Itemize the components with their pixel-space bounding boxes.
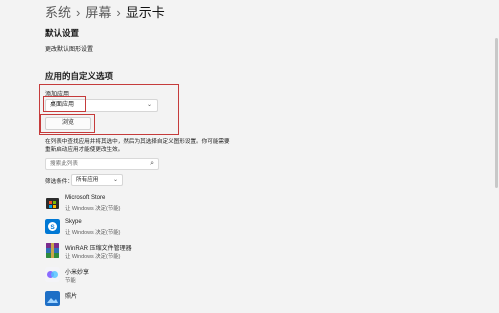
filter-label: 筛选条件：	[45, 179, 73, 185]
highlight-box-browse	[40, 114, 95, 133]
breadcrumb: 系统 › 屏幕 › 显示卡	[45, 2, 165, 21]
scrollbar-thumb[interactable]	[495, 38, 498, 188]
chevron-down-icon: ⌄	[146, 102, 152, 108]
page-title: 显示卡	[125, 5, 165, 20]
filter-select[interactable]: 所有应用 ⌄	[71, 174, 123, 186]
app-status: 节能	[65, 278, 76, 284]
app-name: Skype	[65, 219, 82, 225]
chevron-down-icon: ⌄	[112, 177, 118, 183]
search-icon: ⌕	[150, 160, 154, 167]
default-settings-heading: 默认设置	[45, 28, 80, 38]
list-item[interactable]: 照片	[45, 291, 245, 313]
svg-text:S: S	[50, 224, 55, 231]
app-name: 小米妙享	[65, 270, 90, 276]
microsoft-store-icon	[45, 195, 60, 210]
search-input[interactable]: 搜索此列表 ⌕	[45, 158, 159, 170]
app-name: 照片	[65, 294, 78, 300]
custom-options-heading: 应用的自定义选项	[45, 71, 114, 81]
breadcrumb-separator: ›	[76, 5, 81, 20]
app-name: Microsoft Store	[65, 195, 106, 201]
list-description: 在列表中查找应用并将其选中，然后为其选择自定义图形设置。你可能需要重新启动应用才…	[45, 139, 230, 153]
breadcrumb-system[interactable]: 系统	[45, 5, 71, 20]
photos-icon	[45, 291, 60, 306]
app-status: 让 Windows 决定(节能)	[65, 206, 121, 212]
xiaomi-share-icon	[45, 267, 60, 282]
app-status: 让 Windows 决定(节能)	[65, 254, 121, 260]
highlight-box-app-type	[43, 96, 86, 112]
breadcrumb-display[interactable]: 屏幕	[85, 5, 111, 20]
winrar-icon	[45, 243, 60, 258]
list-item[interactable]: WinRAR 压缩文件管理器 让 Windows 决定(节能)	[45, 243, 245, 265]
list-item[interactable]: 小米妙享 节能	[45, 267, 245, 289]
list-item[interactable]: Microsoft Store 让 Windows 决定(节能)	[45, 195, 245, 217]
filter-value: 所有应用	[76, 177, 99, 183]
app-status: 让 Windows 决定(节能)	[65, 230, 121, 236]
list-item[interactable]: S Skype 让 Windows 决定(节能)	[45, 219, 245, 241]
breadcrumb-separator: ›	[116, 5, 121, 20]
change-default-graphics-link[interactable]: 更改默认图形设置	[45, 44, 93, 53]
search-placeholder: 搜索此列表	[50, 161, 78, 167]
app-name: WinRAR 压缩文件管理器	[65, 246, 132, 252]
skype-icon: S	[45, 219, 60, 234]
